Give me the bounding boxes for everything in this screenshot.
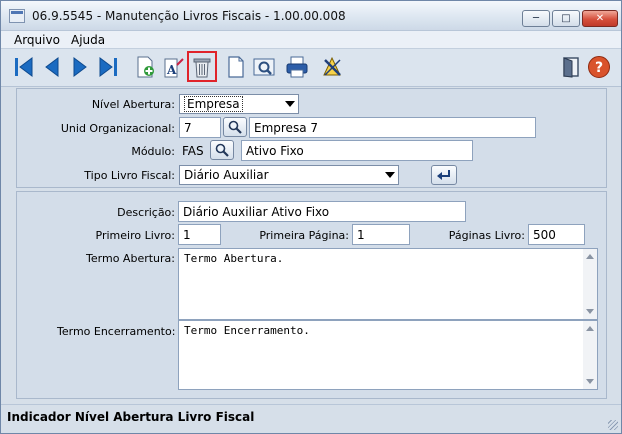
filter-panel: Nível Abertura: Empresa Unid Organizacio…: [16, 88, 607, 188]
primeira-pagina-label: Primeira Página:: [259, 229, 349, 242]
scroll-up-icon[interactable]: [586, 326, 594, 331]
detail-panel: Descrição: Diário Auxiliar Ativo Fixo Pr…: [16, 191, 607, 399]
nivel-abertura-select[interactable]: Empresa: [179, 94, 299, 114]
termo-encerramento-textarea[interactable]: Termo Encerramento.: [178, 320, 598, 390]
delete-record-icon: [193, 58, 211, 77]
print-icon: [286, 56, 308, 78]
close-icon: ✕: [595, 13, 605, 24]
tools-button[interactable]: [318, 53, 346, 81]
nivel-abertura-label: Nível Abertura:: [91, 98, 175, 111]
previous-record-icon: [45, 57, 59, 77]
nivel-abertura-value: Empresa: [184, 96, 243, 112]
termo-abertura-label: Termo Abertura:: [86, 252, 175, 265]
preview-icon: [253, 58, 275, 76]
enter-arrow-icon: [437, 170, 450, 180]
preview-button[interactable]: [250, 53, 278, 81]
descricao-label: Descrição:: [117, 206, 175, 219]
unid-org-lookup-button[interactable]: [223, 117, 247, 137]
menu-ajuda[interactable]: Ajuda: [71, 33, 105, 47]
tipo-livro-value: Diário Auxiliar: [184, 168, 269, 182]
chevron-down-icon: [285, 101, 295, 107]
exit-door-icon: [563, 57, 579, 78]
tipo-livro-label: Tipo Livro Fiscal:: [84, 169, 175, 182]
unid-org-name-field[interactable]: Empresa 7: [249, 117, 536, 138]
window-title: 06.9.5545 - Manutenção Livros Fiscais - …: [32, 9, 346, 23]
termo-abertura-text: Termo Abertura.: [184, 252, 284, 265]
menu-arquivo[interactable]: Arquivo: [14, 33, 60, 47]
help-button[interactable]: ?: [585, 53, 613, 81]
scroll-up-icon[interactable]: [586, 254, 594, 259]
search-icon: [228, 120, 242, 134]
tipo-livro-select[interactable]: Diário Auxiliar: [179, 165, 399, 185]
first-record-button[interactable]: [10, 53, 38, 81]
last-record-icon: [99, 57, 117, 77]
maximize-icon: □: [561, 13, 571, 24]
modulo-code-field[interactable]: FAS: [182, 144, 204, 158]
new-document-button[interactable]: [222, 53, 250, 81]
toolbar: A ?: [1, 49, 621, 87]
status-bar: Indicador Nível Abertura Livro Fiscal: [1, 404, 621, 433]
last-record-button[interactable]: [94, 53, 122, 81]
svg-text:A: A: [166, 63, 177, 77]
paginas-livro-field[interactable]: 500: [528, 224, 585, 245]
scroll-down-icon[interactable]: [586, 379, 594, 384]
paginas-livro-label: Páginas Livro:: [448, 229, 525, 242]
close-button[interactable]: ✕: [582, 10, 618, 27]
first-record-icon: [15, 57, 33, 77]
app-icon: [9, 9, 25, 23]
resize-grip-icon[interactable]: [608, 420, 618, 430]
vertical-scrollbar[interactable]: [583, 321, 597, 389]
edit-record-icon: A: [164, 58, 184, 78]
unid-org-label: Unid Organizacional:: [60, 122, 175, 135]
edit-record-button[interactable]: A: [159, 53, 187, 81]
print-button[interactable]: [283, 53, 311, 81]
delete-record-button[interactable]: [187, 51, 217, 82]
search-icon: [215, 143, 229, 157]
unid-org-code-field[interactable]: 7: [179, 117, 221, 138]
previous-record-button[interactable]: [38, 53, 66, 81]
minimize-icon: ─: [532, 13, 540, 24]
descricao-field[interactable]: Diário Auxiliar Ativo Fixo: [178, 201, 466, 222]
vertical-scrollbar[interactable]: [583, 249, 597, 319]
add-record-button[interactable]: [131, 53, 159, 81]
termo-encerramento-label: Termo Encerramento:: [57, 325, 176, 338]
modulo-name-field[interactable]: Ativo Fixo: [241, 140, 473, 161]
next-record-button[interactable]: [66, 53, 94, 81]
confirm-filter-button[interactable]: [431, 165, 457, 185]
scroll-down-icon[interactable]: [586, 309, 594, 314]
svg-text:?: ?: [595, 60, 603, 76]
primeiro-livro-field[interactable]: 1: [178, 224, 221, 245]
add-record-icon: [137, 56, 154, 78]
exit-button[interactable]: [557, 53, 585, 81]
minimize-button[interactable]: ─: [522, 10, 550, 27]
next-record-icon: [73, 57, 87, 77]
menu-bar: Arquivo Ajuda: [1, 31, 621, 49]
modulo-lookup-button[interactable]: [210, 140, 234, 160]
modulo-label: Módulo:: [131, 145, 175, 158]
title-bar[interactable]: 06.9.5545 - Manutenção Livros Fiscais - …: [1, 1, 621, 31]
primeira-pagina-field[interactable]: 1: [352, 224, 410, 245]
help-icon: ?: [588, 56, 610, 78]
maximize-button[interactable]: □: [552, 10, 580, 27]
termo-abertura-textarea[interactable]: Termo Abertura.: [178, 248, 598, 320]
new-document-icon: [228, 56, 244, 78]
primeiro-livro-label: Primeiro Livro:: [95, 229, 175, 242]
tools-icon: [323, 56, 341, 76]
chevron-down-icon: [385, 172, 395, 178]
status-text: Indicador Nível Abertura Livro Fiscal: [7, 410, 255, 424]
app-window: 06.9.5545 - Manutenção Livros Fiscais - …: [0, 0, 622, 434]
termo-encerramento-text: Termo Encerramento.: [184, 324, 310, 337]
